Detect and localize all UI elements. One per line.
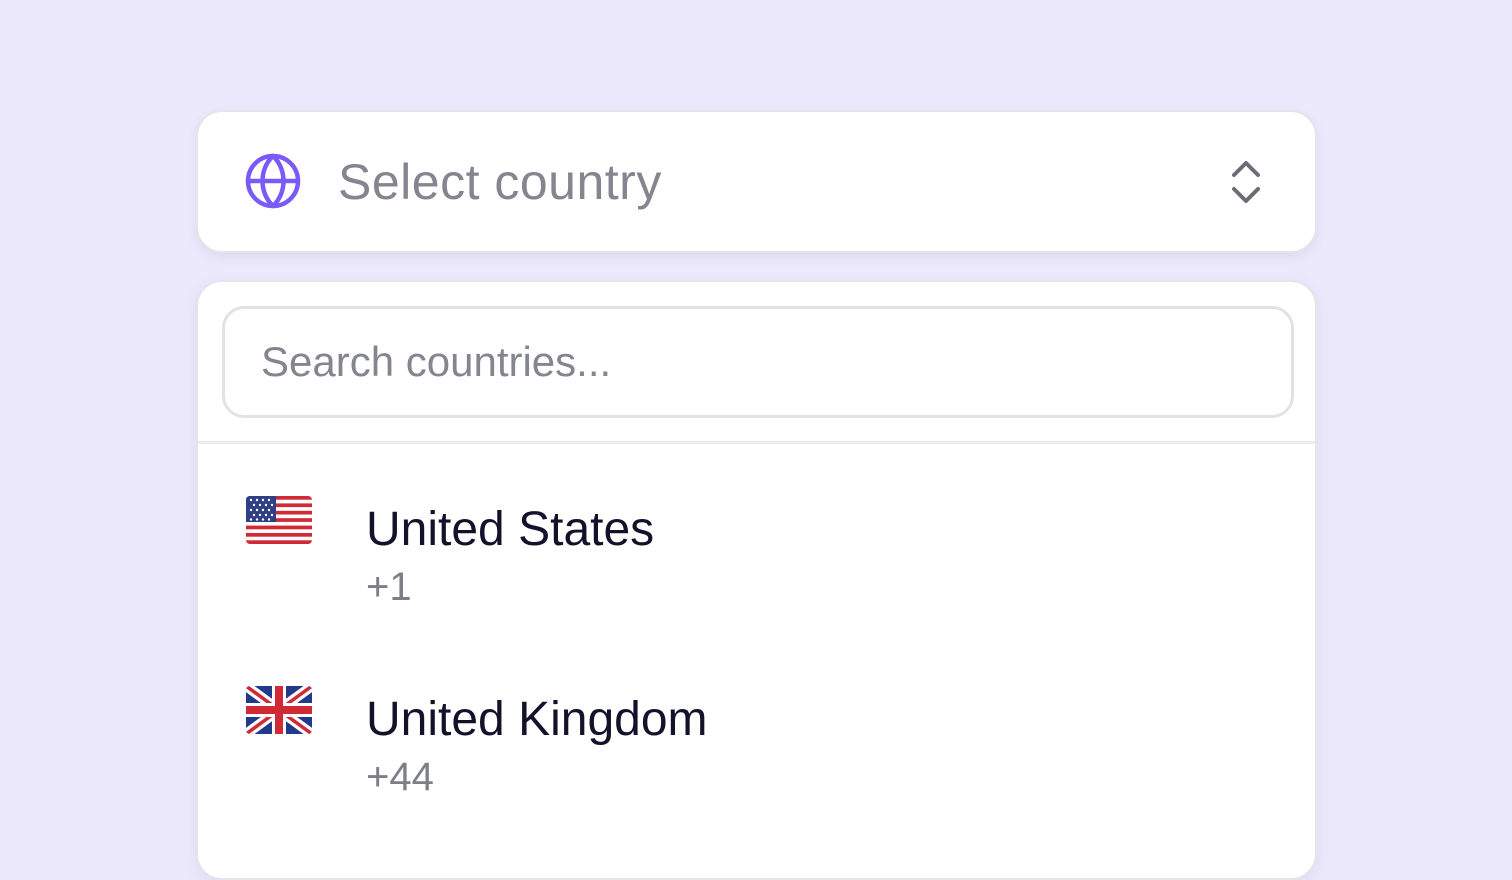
- globe-icon: [245, 153, 301, 209]
- country-dropdown: United States +1 United Kingdom +44: [196, 280, 1317, 880]
- search-input[interactable]: [222, 306, 1294, 418]
- dial-code: +44: [366, 755, 434, 799]
- divider: [198, 441, 1315, 444]
- us-flag-icon: [246, 496, 312, 544]
- dial-code: +1: [366, 565, 412, 609]
- uk-flag-icon: [246, 686, 312, 734]
- select-placeholder: Select country: [338, 154, 662, 210]
- list-item-united-states[interactable]: United States +1: [198, 468, 1315, 648]
- country-name: United States: [366, 503, 655, 556]
- list-item-united-kingdom[interactable]: United Kingdom +44: [198, 658, 1315, 838]
- country-name: United Kingdom: [366, 693, 708, 746]
- chevron-up-down-icon[interactable]: [1228, 158, 1264, 206]
